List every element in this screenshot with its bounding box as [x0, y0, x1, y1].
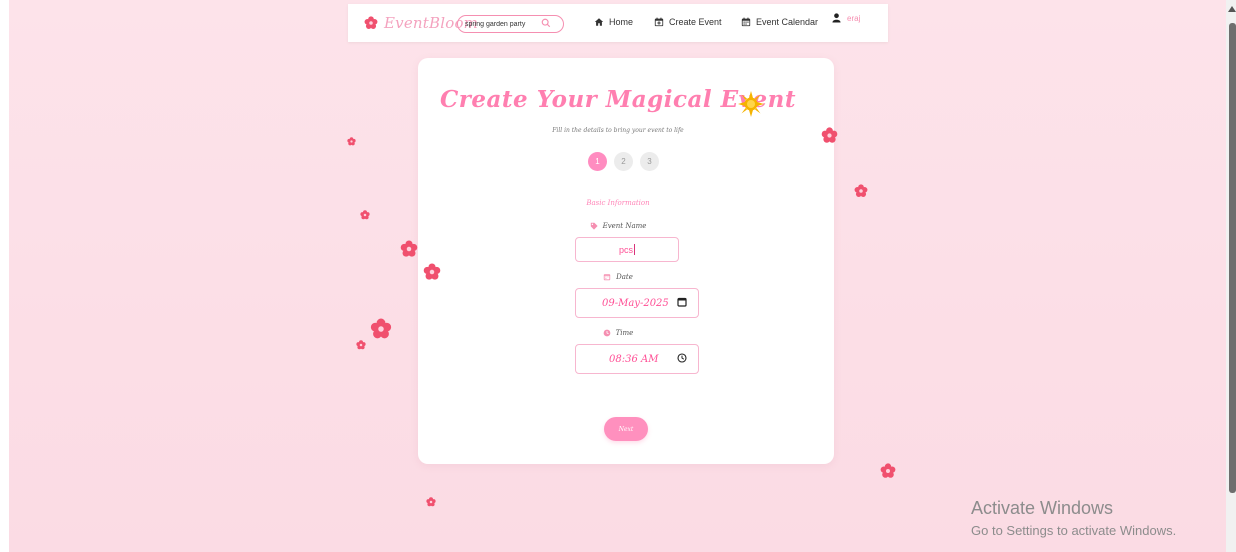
- date-value: 09-May-2025: [602, 297, 669, 309]
- calendar-plus-icon: [654, 17, 664, 27]
- activate-windows-watermark: Activate Windows Go to Settings to activ…: [971, 498, 1176, 538]
- clock-picker-icon[interactable]: [677, 353, 687, 363]
- nav-create-event[interactable]: Create Event: [654, 17, 722, 27]
- step-indicator: 1 2 3: [588, 152, 659, 171]
- date-label-text: Date: [616, 273, 633, 281]
- flower-decoration: [360, 210, 370, 220]
- calendar-small-icon: [603, 274, 611, 281]
- flower-decoration: [400, 240, 418, 257]
- flower-decoration: [356, 340, 366, 350]
- activate-windows-title: Activate Windows: [971, 498, 1114, 518]
- scrollbar-thumb[interactable]: [1229, 23, 1236, 493]
- top-navbar: EventBloom Home Create Event Event Calen…: [348, 4, 888, 42]
- time-value: 08:36 AM: [609, 353, 659, 365]
- time-label-text: Time: [615, 329, 634, 337]
- search-bar: [457, 15, 564, 33]
- clock-small-icon: [603, 329, 611, 337]
- nav-home[interactable]: Home: [594, 17, 633, 27]
- search-input[interactable]: [465, 20, 535, 28]
- search-icon[interactable]: [541, 18, 551, 28]
- calendar-picker-icon[interactable]: [677, 297, 687, 307]
- step-1[interactable]: 1: [588, 152, 607, 171]
- user-icon: [832, 13, 841, 23]
- username: eraj: [847, 13, 861, 23]
- user-menu[interactable]: eraj: [832, 13, 860, 23]
- activate-windows-subtitle: Go to Settings to activate Windows.: [971, 523, 1177, 538]
- flower-decoration: [426, 497, 436, 507]
- flower-decoration: [370, 318, 392, 339]
- next-button[interactable]: Next: [604, 417, 648, 441]
- section-title: Basic Information: [586, 199, 650, 207]
- nav-create-event-label: Create Event: [669, 17, 722, 27]
- home-icon: [594, 18, 604, 26]
- event-name-label: Event Name: [0, 222, 1236, 230]
- event-name-value: pcs: [618, 244, 633, 255]
- page-subtitle: Fill in the details to bring your event …: [552, 127, 684, 134]
- date-input[interactable]: 09-May-2025: [575, 288, 699, 318]
- tag-icon: [590, 222, 598, 230]
- time-label: Time: [0, 329, 1236, 337]
- nav-event-calendar-label: Event Calendar: [756, 17, 819, 27]
- time-input[interactable]: 08:36 AM: [575, 344, 699, 374]
- scroll-up-arrow-icon[interactable]: [1228, 6, 1236, 12]
- sparkle-sun-icon: [738, 91, 764, 117]
- nav-home-label: Home: [609, 17, 634, 27]
- date-label: Date: [0, 273, 1236, 281]
- event-name-label-text: Event Name: [602, 222, 647, 230]
- flower-decoration: [880, 463, 896, 478]
- calendar-icon: [741, 17, 751, 27]
- step-3[interactable]: 3: [640, 152, 659, 171]
- step-2[interactable]: 2: [614, 152, 633, 171]
- event-name-input[interactable]: pcs: [575, 237, 679, 262]
- flower-decoration: [423, 263, 441, 280]
- flower-logo-icon: [364, 16, 378, 29]
- flower-decoration: [854, 184, 868, 197]
- flower-decoration: [821, 127, 838, 143]
- page-title: Create Your Magical Event: [0, 86, 1236, 113]
- flower-decoration: [347, 137, 356, 146]
- nav-event-calendar[interactable]: Event Calendar: [741, 17, 818, 27]
- text-cursor: [634, 244, 635, 255]
